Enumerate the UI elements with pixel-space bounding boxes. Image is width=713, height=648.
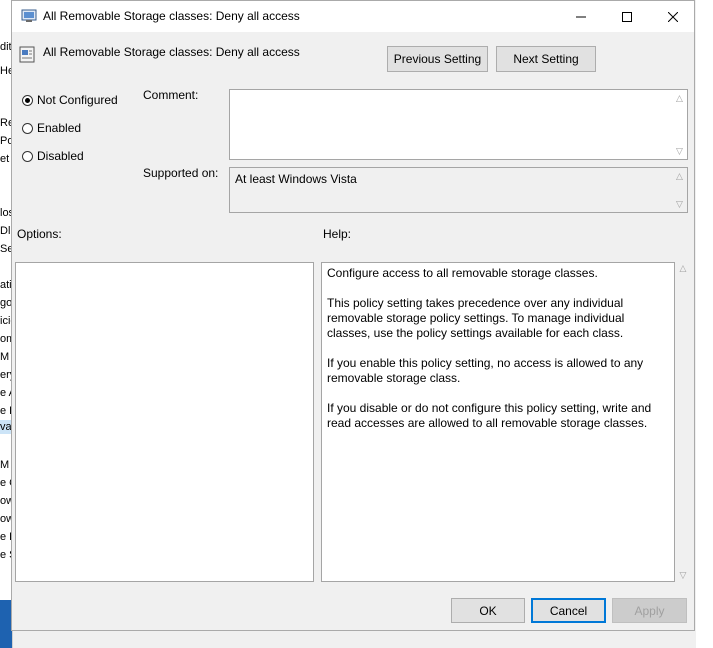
policy-app-icon: [21, 9, 37, 22]
radio-label: Not Configured: [37, 93, 118, 107]
supported-on-value: At least Windows Vista: [235, 172, 357, 186]
help-paragraph: Configure access to all removable storag…: [327, 266, 598, 280]
help-panel[interactable]: Configure access to all removable storag…: [321, 262, 675, 582]
maximize-button[interactable]: [604, 1, 650, 32]
minimize-icon: [576, 16, 586, 17]
apply-button[interactable]: Apply: [612, 598, 687, 623]
comment-scrollbar[interactable]: △ ▽: [672, 90, 687, 159]
scroll-up-icon[interactable]: △: [676, 168, 683, 184]
previous-setting-button[interactable]: Previous Setting: [387, 46, 488, 72]
policy-setting-icon: [19, 46, 35, 63]
help-paragraph: If you enable this policy setting, no ac…: [327, 356, 644, 385]
radio-label: Disabled: [37, 149, 84, 163]
comment-label: Comment:: [143, 88, 199, 102]
window-title: All Removable Storage classes: Deny all …: [43, 9, 300, 23]
next-setting-button[interactable]: Next Setting: [496, 46, 596, 72]
policy-name: All Removable Storage classes: Deny all …: [43, 45, 300, 59]
title-bar[interactable]: All Removable Storage classes: Deny all …: [12, 1, 694, 32]
help-paragraph: This policy setting takes precedence ove…: [327, 296, 625, 340]
maximize-icon: [622, 11, 632, 22]
options-label: Options:: [17, 227, 62, 241]
scroll-down-icon[interactable]: ▽: [680, 570, 687, 581]
scroll-down-icon[interactable]: ▽: [676, 196, 683, 212]
ok-button[interactable]: OK: [451, 598, 525, 623]
radio-not-configured[interactable]: Not Configured: [22, 93, 118, 107]
scroll-down-icon[interactable]: ▽: [676, 143, 683, 159]
scroll-up-icon[interactable]: △: [680, 263, 687, 274]
help-paragraph: If you disable or do not configure this …: [327, 401, 652, 430]
help-label: Help:: [323, 227, 352, 241]
cancel-button[interactable]: Cancel: [531, 598, 606, 623]
radio-enabled[interactable]: Enabled: [22, 121, 81, 135]
scroll-up-icon[interactable]: △: [676, 90, 683, 106]
policy-dialog: All Removable Storage classes: Deny all …: [11, 0, 695, 631]
radio-indicator[interactable]: [22, 150, 33, 162]
close-button[interactable]: [650, 1, 696, 32]
radio-indicator[interactable]: [22, 94, 33, 106]
supported-on-field: At least Windows Vista △ ▽: [229, 167, 688, 213]
radio-indicator[interactable]: [22, 122, 33, 134]
supported-scrollbar[interactable]: △ ▽: [672, 168, 687, 212]
supported-on-label: Supported on:: [143, 166, 219, 180]
options-panel[interactable]: [15, 262, 314, 582]
desktop-background: [696, 0, 713, 648]
help-text: Configure access to all removable storag…: [327, 266, 667, 446]
comment-field[interactable]: △ ▽: [229, 89, 688, 160]
close-icon: [668, 11, 678, 22]
help-scrollbar[interactable]: △ ▽: [676, 263, 690, 581]
radio-disabled[interactable]: Disabled: [22, 149, 84, 163]
minimize-button[interactable]: [558, 1, 604, 32]
radio-label: Enabled: [37, 121, 82, 135]
